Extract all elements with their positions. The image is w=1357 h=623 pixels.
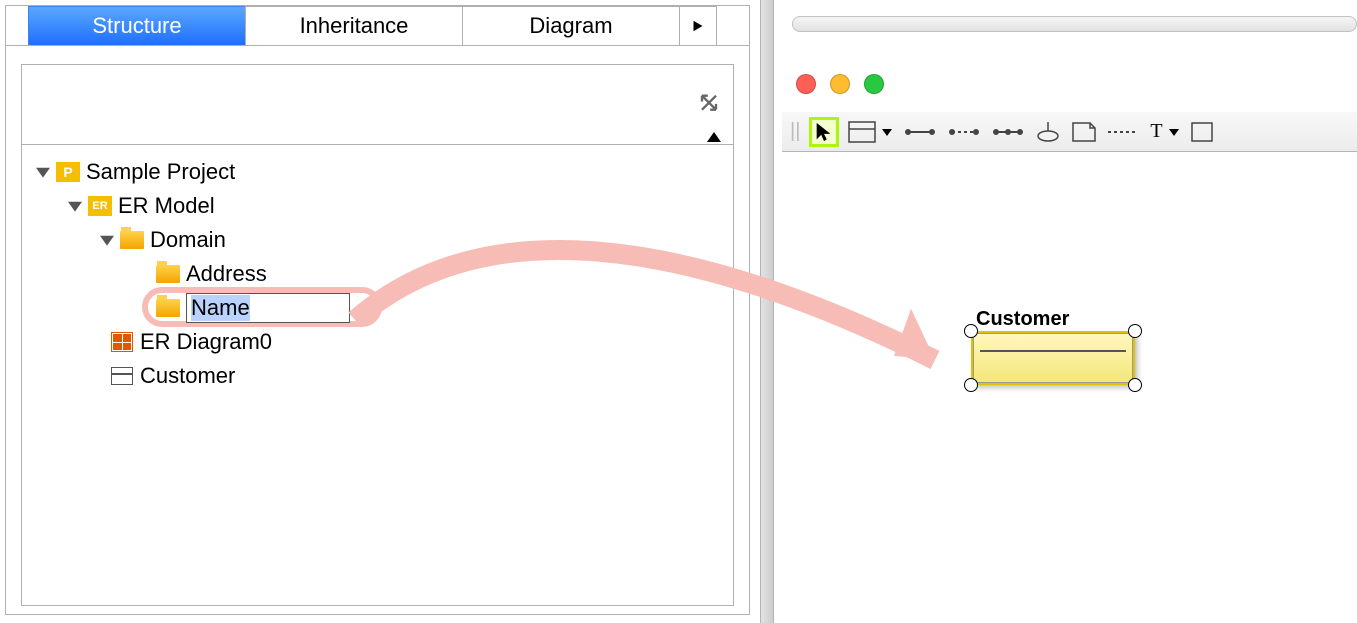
collapse-arrow-icon[interactable] <box>707 132 721 142</box>
panel-toolbar <box>22 65 733 145</box>
tree-item-label: Domain <box>150 227 226 253</box>
diagram-toolbar: || T <box>782 112 1357 152</box>
entity-icon <box>110 365 134 387</box>
panel-body: P Sample Project ER ER Model Domain Addr… <box>21 64 734 606</box>
chevron-down-icon[interactable] <box>100 233 114 247</box>
tree-item-er-model[interactable]: ER ER Model <box>32 189 723 223</box>
window-zoom-button[interactable] <box>864 74 884 94</box>
entity-node-customer[interactable]: Customer <box>972 332 1134 384</box>
entity-label: Customer <box>976 308 1069 331</box>
er-diagram-icon <box>110 331 134 353</box>
tree-item-address[interactable]: Address <box>32 257 723 291</box>
tree-item-label: ER Diagram0 <box>140 329 272 355</box>
tree-item-label: Customer <box>140 363 235 389</box>
horizontal-scrollbar[interactable] <box>792 16 1357 32</box>
chevron-down-icon[interactable] <box>36 165 50 179</box>
panel-separator[interactable] <box>760 0 774 623</box>
resize-handle-bottom-right[interactable] <box>1128 378 1142 392</box>
tree-item-name[interactable]: Name <box>32 291 723 325</box>
structure-panel: Structure Inheritance Diagram P Sample P… <box>5 5 750 615</box>
tool-line-dotted[interactable] <box>1108 129 1138 135</box>
project-icon: P <box>56 161 80 183</box>
tool-many-to-many[interactable] <box>992 128 1024 136</box>
resize-handle-bottom-left[interactable] <box>964 378 978 392</box>
folder-icon <box>156 263 180 285</box>
er-model-icon: ER <box>88 195 112 217</box>
tab-inheritance[interactable]: Inheritance <box>245 6 463 45</box>
tree-item-sample-project[interactable]: P Sample Project <box>32 155 723 189</box>
tool-subtype[interactable] <box>1036 122 1060 142</box>
tool-note[interactable] <box>1072 122 1096 142</box>
folder-icon <box>156 297 180 319</box>
window-minimize-button[interactable] <box>830 74 850 94</box>
tab-structure[interactable]: Structure <box>28 6 246 45</box>
sync-icon[interactable] <box>695 91 723 119</box>
diagram-canvas[interactable]: Customer <box>782 152 1357 623</box>
window-close-button[interactable] <box>796 74 816 94</box>
tool-line-dashed[interactable] <box>948 128 980 136</box>
tool-entity[interactable] <box>848 121 892 143</box>
tab-diagram[interactable]: Diagram <box>462 6 680 45</box>
tree-item-label: Address <box>186 261 267 287</box>
tool-rectangle[interactable] <box>1191 122 1213 142</box>
chevron-down-icon[interactable] <box>68 199 82 213</box>
chevron-down-icon <box>882 127 892 137</box>
tree-item-domain[interactable]: Domain <box>32 223 723 257</box>
resize-handle-top-left[interactable] <box>964 324 978 338</box>
editor-area: || T <box>774 0 1357 623</box>
resize-handle-top-right[interactable] <box>1128 324 1142 338</box>
window-controls <box>796 74 884 94</box>
tab-overflow-button[interactable] <box>679 6 717 45</box>
tree-item-label: Sample Project <box>86 159 235 185</box>
selection-outline <box>971 331 1135 385</box>
tab-bar: Structure Inheritance Diagram <box>6 6 749 46</box>
tree-item-label: ER Model <box>118 193 215 219</box>
chevron-down-icon <box>1169 127 1179 137</box>
rename-input-value: Name <box>191 295 250 321</box>
tree-view[interactable]: P Sample Project ER ER Model Domain Addr… <box>22 145 733 605</box>
rename-input[interactable]: Name <box>186 293 350 323</box>
tool-selection[interactable] <box>812 120 836 144</box>
tree-item-er-diagram0[interactable]: ER Diagram0 <box>32 325 723 359</box>
tool-line-solid[interactable] <box>904 128 936 136</box>
entity-box[interactable] <box>972 332 1134 384</box>
tree-item-customer[interactable]: Customer <box>32 359 723 393</box>
folder-icon <box>120 229 144 251</box>
tool-text[interactable]: T <box>1150 120 1178 143</box>
